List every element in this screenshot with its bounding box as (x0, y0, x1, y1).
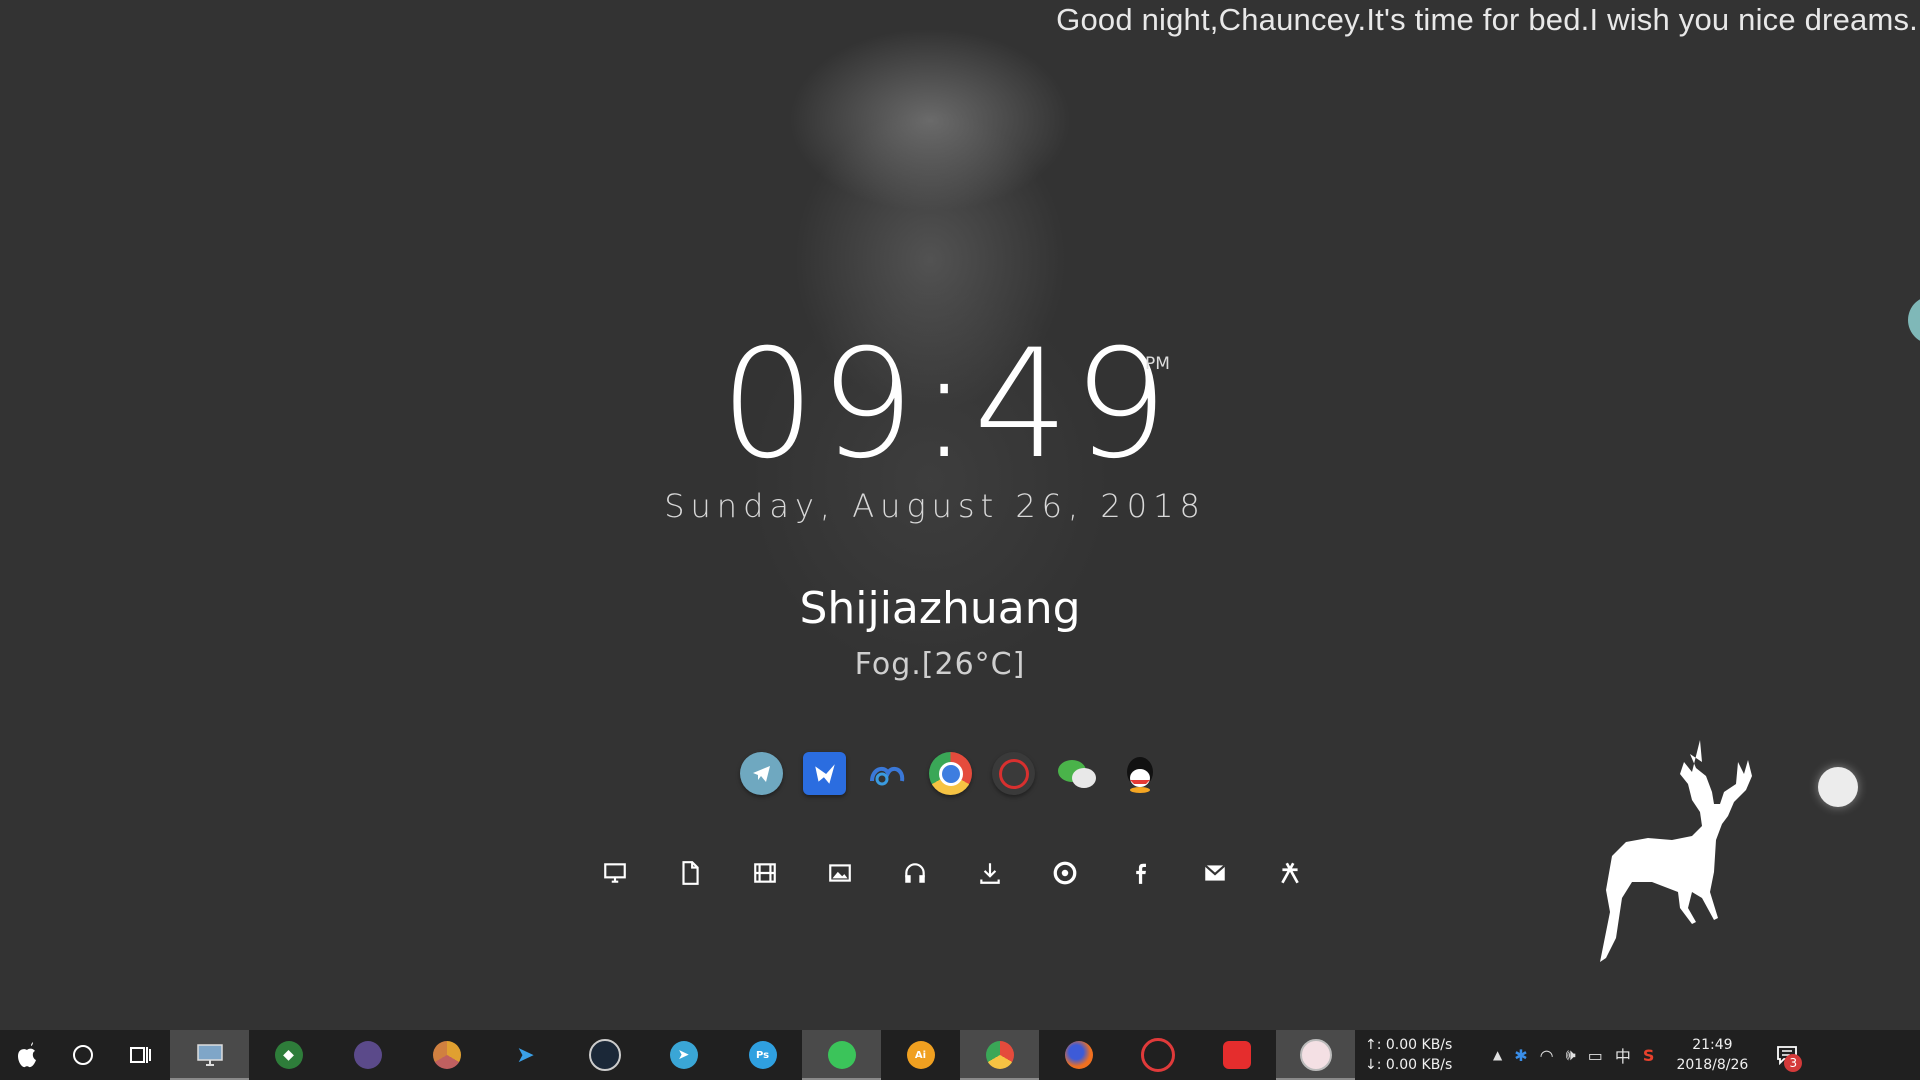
deer-decoration (1600, 740, 1752, 962)
app-launcher (740, 752, 1161, 795)
steam-icon (588, 1039, 621, 1071)
apple-start-button[interactable] (0, 1030, 54, 1080)
facebook-icon[interactable] (1125, 858, 1155, 888)
baidu-netdisk-icon[interactable] (866, 752, 909, 795)
taskbar-time: 21:49 (1692, 1037, 1733, 1053)
taskbar-app-chrome-canary[interactable] (407, 1030, 486, 1080)
notification-badge: 3 (1784, 1054, 1803, 1072)
taskbar-app-illustrator[interactable]: Ai (881, 1030, 960, 1080)
volume-icon[interactable]: 🕪 (1566, 1045, 1576, 1065)
network-speed: ↑: 0.00 KB/s ↓: 0.00 KB/s (1355, 1030, 1485, 1080)
media-player-icon (1222, 1041, 1251, 1069)
side-panel-handle[interactable] (1908, 296, 1920, 344)
wechat-icon (827, 1041, 856, 1069)
chrome-icon[interactable] (929, 752, 972, 795)
zhihu-icon[interactable] (1275, 858, 1305, 888)
cortana-search-button[interactable] (54, 1030, 112, 1080)
image-icon[interactable] (825, 858, 855, 888)
ime-indicator[interactable]: 中 (1615, 1043, 1631, 1067)
feishu-icon[interactable] (803, 752, 846, 795)
task-view-icon (130, 1047, 151, 1063)
taskbar-app-media-player[interactable] (1197, 1030, 1276, 1080)
computer-icon[interactable] (600, 858, 630, 888)
taskbar-app-firefox[interactable] (1039, 1030, 1118, 1080)
firefox-icon (1064, 1041, 1093, 1069)
bluetooth-icon[interactable]: ✱ (1514, 1046, 1527, 1065)
net-download: ↓: 0.00 KB/s (1365, 1057, 1453, 1073)
telegram-icon[interactable] (740, 752, 783, 795)
net-upload: ↑: 0.00 KB/s (1365, 1037, 1453, 1053)
taskbar-app-chrome[interactable] (960, 1030, 1039, 1080)
taskbar-clock[interactable]: 21:49 2018/8/26 (1662, 1030, 1762, 1080)
document-icon[interactable] (675, 858, 705, 888)
weather-condition: Fog.[26°C] (854, 647, 1026, 682)
quick-folders (600, 858, 1305, 888)
action-center-button[interactable]: 3 (1762, 1030, 1812, 1080)
chrome-canary-icon (432, 1041, 461, 1069)
taskbar: ◆ ➤ ➤ Ps Ai ↑: 0.00 KB/s ↓: 0.00 KB/s ▲ … (0, 1030, 1920, 1080)
eclipse-icon (353, 1041, 382, 1069)
taskbar-app-photoshop[interactable]: Ps (723, 1030, 802, 1080)
battery-icon[interactable]: ▭ (1588, 1046, 1603, 1065)
taskbar-app-netease-music[interactable] (1118, 1030, 1197, 1080)
taskbar-app-steam[interactable] (565, 1030, 644, 1080)
taskbar-date: 2018/8/26 (1676, 1057, 1749, 1073)
user-avatar-icon (1299, 1039, 1332, 1071)
chevron-up-icon[interactable]: ▲ (1493, 1048, 1502, 1062)
wechat-icon[interactable] (1055, 752, 1098, 795)
taskbar-app-shield[interactable]: ◆ (249, 1030, 328, 1080)
chrome-icon[interactable] (1050, 858, 1080, 888)
greeting-text: Good night,Chauncey.It's time for bed.I … (1056, 2, 1918, 37)
taskbar-app-eclipse[interactable] (328, 1030, 407, 1080)
weather-city: Shijiazhuang (799, 583, 1081, 634)
headphones-icon[interactable] (900, 858, 930, 888)
download-icon[interactable] (975, 858, 1005, 888)
taskbar-app-telegram[interactable]: ➤ (644, 1030, 723, 1080)
taskbar-app-wechat[interactable] (802, 1030, 881, 1080)
photoshop-icon: Ps (748, 1041, 777, 1069)
netease-music-icon[interactable] (992, 752, 1035, 795)
netease-music-icon (1140, 1038, 1175, 1072)
system-tray: ▲ ✱ ◠ 🕪 ▭ 中 S (1485, 1030, 1662, 1080)
green-shield-icon: ◆ (274, 1041, 303, 1069)
clock-ampm: PM (1145, 354, 1170, 374)
sogou-icon[interactable]: S (1643, 1046, 1655, 1065)
mail-icon[interactable] (1200, 858, 1230, 888)
task-view-button[interactable] (112, 1030, 170, 1080)
moon-decoration (1818, 767, 1858, 807)
film-icon[interactable] (750, 858, 780, 888)
chrome-icon (985, 1041, 1014, 1069)
taskbar-app-feishu[interactable]: ➤ (486, 1030, 565, 1080)
desktop-icon (196, 1044, 223, 1066)
taskbar-app-desktop[interactable] (170, 1030, 249, 1080)
telegram-icon: ➤ (669, 1041, 698, 1069)
clock-date: Sunday, August 26, 2018 (664, 487, 1206, 525)
clock-time: 09:49 (720, 318, 1173, 492)
taskbar-app-avatar[interactable] (1276, 1030, 1355, 1080)
qq-icon[interactable] (1118, 752, 1161, 795)
search-circle-icon (73, 1045, 93, 1065)
apple-icon (18, 1042, 36, 1068)
feishu-icon: ➤ (516, 1042, 535, 1068)
wifi-icon[interactable]: ◠ (1540, 1046, 1554, 1065)
illustrator-icon: Ai (906, 1041, 935, 1069)
